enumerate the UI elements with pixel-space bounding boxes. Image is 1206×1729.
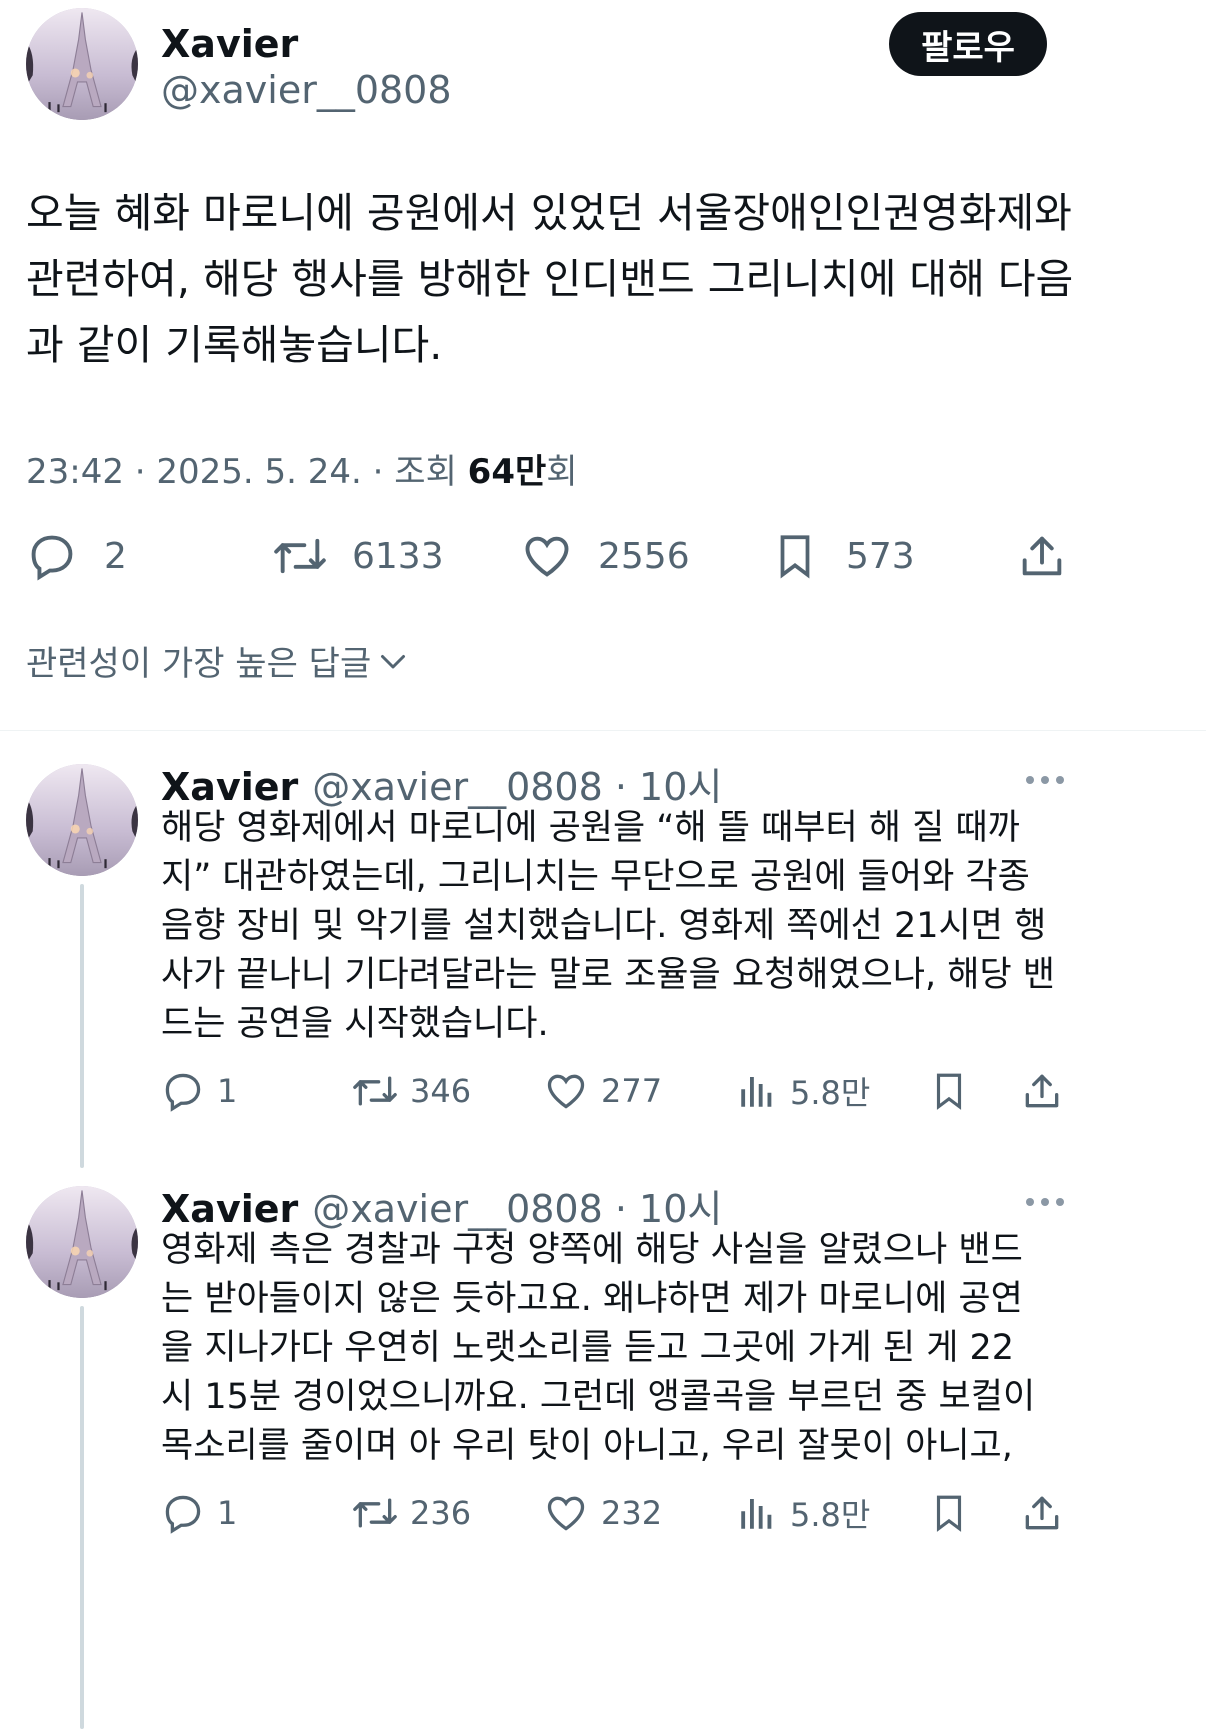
reply-author-name[interactable]: Xavier xyxy=(161,1187,298,1231)
retweet-icon xyxy=(353,1076,397,1106)
reply-text-line: 영화제 측은 경찰과 구청 양쪽에 해당 사실을 알렸으나 밴드 xyxy=(161,1230,1023,1270)
avatar[interactable] xyxy=(26,764,138,876)
share-icon xyxy=(1022,536,1062,576)
retweet-icon xyxy=(353,1498,397,1528)
tweet-meta: 23:42 · 2025. 5. 24. · 조회 64만회 xyxy=(26,444,578,493)
like-button[interactable]: 232 xyxy=(543,1490,662,1536)
views-button[interactable]: 5.8만 xyxy=(736,1068,870,1114)
views-icon xyxy=(741,1499,772,1529)
tweet-text: 오늘 혜화 마로니에 공원에서 있었던 서울장애인인권영화제와 관련하여, 해당… xyxy=(26,180,1186,378)
views-count: 5.8만 xyxy=(790,1496,871,1534)
like-count: 232 xyxy=(601,1494,663,1532)
divider xyxy=(0,730,1206,731)
avatar[interactable] xyxy=(26,8,138,120)
reply-count: 1 xyxy=(217,1494,238,1532)
share-button[interactable] xyxy=(1020,1490,1064,1536)
retweet-count: 6133 xyxy=(352,535,444,577)
reply-button[interactable]: 2 xyxy=(26,528,127,584)
heart-icon xyxy=(525,536,569,577)
reply-button[interactable]: 1 xyxy=(161,1068,237,1114)
share-button[interactable] xyxy=(1020,1068,1064,1114)
more-icon xyxy=(1026,776,1064,784)
retweet-button[interactable]: 6133 xyxy=(270,528,444,584)
share-icon xyxy=(1025,1496,1059,1530)
bookmark-count: 573 xyxy=(846,535,915,577)
tweet-text-line: 과 같이 기록해놓습니다. xyxy=(26,321,443,369)
reply-text-line: 음향 장비 및 악기를 설치했습니다. 영화제 쪽에선 21시면 행 xyxy=(161,906,1047,946)
retweet-count: 346 xyxy=(410,1072,472,1110)
more-icon xyxy=(1026,1198,1064,1206)
views-count: 5.8만 xyxy=(790,1074,871,1112)
thread-connector xyxy=(80,1306,84,1729)
reply-header: Xavier @xavier__0808 · 10시 xyxy=(161,756,722,811)
bookmark-icon xyxy=(936,1073,962,1110)
heart-icon xyxy=(547,1496,585,1531)
reply-icon xyxy=(165,1073,201,1112)
reply-header: Xavier @xavier__0808 · 10시 xyxy=(161,1178,722,1233)
share-icon xyxy=(1025,1074,1059,1108)
bookmark-icon xyxy=(780,535,810,579)
reply-text-line: 시 15분 경이었으니까요. 그런데 앵콜곡을 부르던 중 보컬이 xyxy=(161,1377,1036,1417)
views-icon xyxy=(741,1077,772,1107)
reply-author-name[interactable]: Xavier xyxy=(161,765,298,809)
like-button[interactable]: 2556 xyxy=(520,528,690,584)
retweet-button[interactable]: 236 xyxy=(350,1490,471,1536)
retweet-icon xyxy=(274,538,326,574)
follow-button[interactable]: 팔로우 xyxy=(889,12,1047,76)
view-count: 64만 xyxy=(467,452,547,492)
timestamp[interactable]: 23:42 · 2025. 5. 24. · 조회 xyxy=(26,452,457,492)
author-name[interactable]: Xavier xyxy=(161,22,298,66)
thread-connector xyxy=(80,884,84,1168)
tweet-text-line: 오늘 혜화 마로니에 공원에서 있었던 서울장애인인권영화제와 xyxy=(26,189,1072,237)
reply-author-handle[interactable]: @xavier__0808 · 10시 xyxy=(312,1178,722,1233)
author-handle[interactable]: @xavier__0808 xyxy=(161,68,452,112)
chevron-down-icon xyxy=(381,654,406,668)
reply-icon xyxy=(165,1495,201,1534)
reply-text-line: 을 지나가다 우연히 노랫소리를 듣고 그곳에 가게 된 게 22 xyxy=(161,1328,1015,1368)
avatar[interactable] xyxy=(26,1186,138,1298)
reply-text-line: 지” 대관하였는데, 그리니치는 무단으로 공원에 들어와 각종 xyxy=(161,857,1030,897)
like-button[interactable]: 277 xyxy=(543,1068,662,1114)
bookmark-icon xyxy=(936,1495,962,1532)
tweet-text-line: 관련하여, 해당 행사를 방해한 인디밴드 그리니치에 대해 다음 xyxy=(26,255,1074,303)
reply-icon xyxy=(31,535,73,581)
view-count-suffix: 회 xyxy=(546,452,578,492)
reply-sort-dropdown[interactable]: 관련성이 가장 높은 답글 xyxy=(26,636,411,685)
bookmark-button[interactable]: 573 xyxy=(770,528,915,584)
reply-text-line: 는 받아들이지 않은 듯하고요. 왜냐하면 제가 마로니에 공연 xyxy=(161,1279,1023,1319)
retweet-button[interactable]: 346 xyxy=(350,1068,471,1114)
reply-button[interactable]: 1 xyxy=(161,1490,237,1536)
heart-icon xyxy=(547,1074,585,1109)
reply-text-line: 드는 공연을 시작했습니다. xyxy=(161,1004,549,1044)
retweet-count: 236 xyxy=(410,1494,472,1532)
reply-text-line: 사가 끝나니 기다려달라는 말로 조율을 요청해였으나, 해당 밴 xyxy=(161,955,1056,995)
bookmark-button[interactable] xyxy=(928,1068,970,1114)
bookmark-button[interactable] xyxy=(928,1490,970,1536)
reply-sort-label: 관련성이 가장 높은 답글 xyxy=(26,644,372,684)
reply-text: 영화제 측은 경찰과 구청 양쪽에 해당 사실을 알렸으나 밴드 는 받아들이지… xyxy=(161,1226,1201,1471)
more-button[interactable] xyxy=(1024,770,1066,794)
like-count: 277 xyxy=(601,1072,663,1110)
reply-count: 2 xyxy=(104,535,127,577)
reply-text: 해당 영화제에서 마로니에 공원을 “해 뜰 때부터 해 질 때까 지” 대관하… xyxy=(161,804,1201,1049)
reply-author-handle[interactable]: @xavier__0808 · 10시 xyxy=(312,756,722,811)
reply-count: 1 xyxy=(217,1072,238,1110)
reply-text-line: 목소리를 줄이며 아 우리 탓이 아니고, 우리 잘못이 아니고, xyxy=(161,1426,1013,1466)
like-count: 2556 xyxy=(598,535,690,577)
views-button[interactable]: 5.8만 xyxy=(736,1490,870,1536)
share-button[interactable] xyxy=(1016,528,1068,584)
reply-text-line: 해당 영화제에서 마로니에 공원을 “해 뜰 때부터 해 질 때까 xyxy=(161,808,1020,848)
more-button[interactable] xyxy=(1024,1192,1066,1216)
